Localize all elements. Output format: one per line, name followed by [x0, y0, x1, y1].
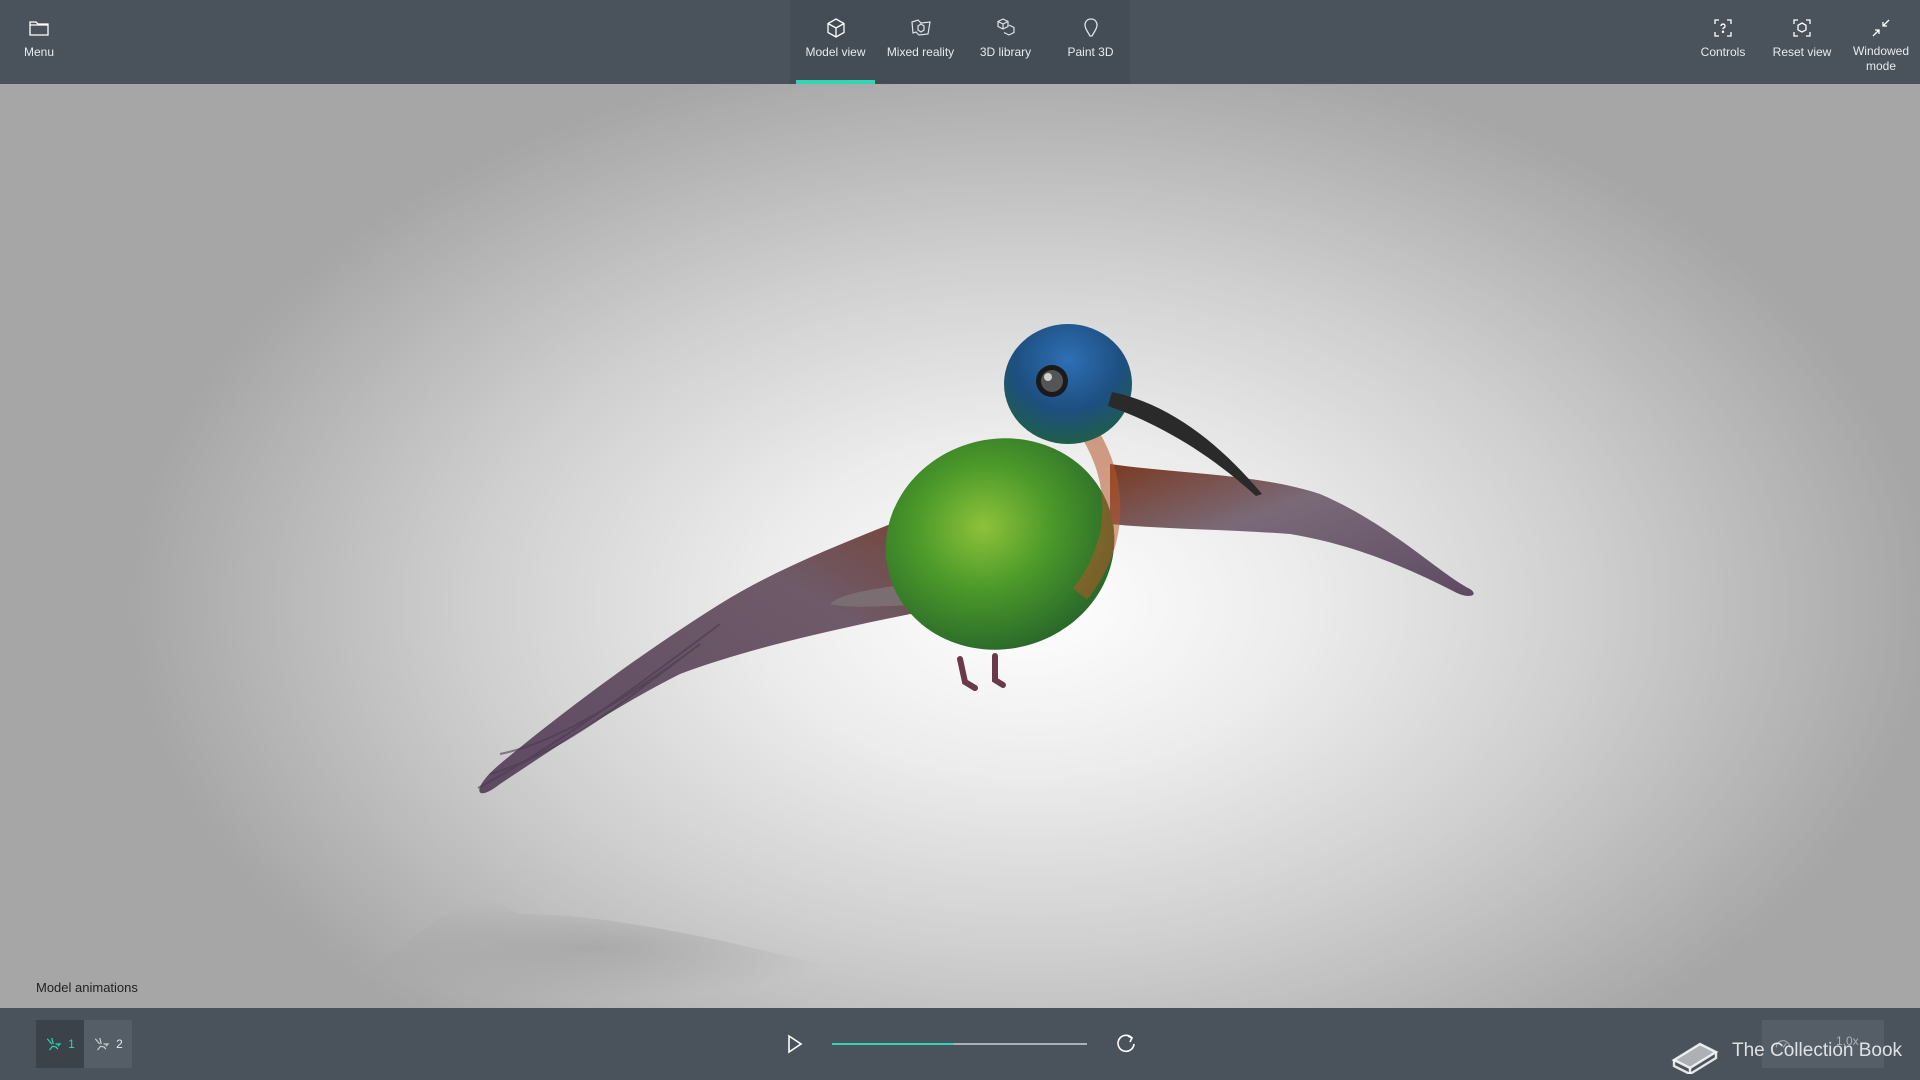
loop-icon[interactable]: [1110, 1028, 1142, 1060]
menu-button[interactable]: Menu: [10, 0, 68, 84]
folder-icon: [29, 21, 49, 36]
controls-button[interactable]: Controls: [1683, 0, 1763, 84]
windowed-mode-label: Windowed mode: [1852, 44, 1910, 73]
watermark: The Collection Book: [1668, 1028, 1902, 1074]
tab-model-view[interactable]: Model view: [793, 0, 878, 84]
bird-icon: [46, 1037, 62, 1051]
paint-drop-icon: [1083, 18, 1098, 37]
mixed-reality-icon: [910, 19, 931, 36]
right-wing: [1110, 464, 1474, 596]
menu-label: Menu: [23, 45, 55, 59]
tab-3d-library[interactable]: 3D library: [963, 0, 1048, 84]
timeline-progress: [832, 1043, 955, 1045]
feet: [957, 653, 1006, 691]
top-toolbar: Menu Model view Mixed reality 3D library…: [0, 0, 1920, 84]
tab-paint-3d[interactable]: Paint 3D: [1048, 0, 1133, 84]
cube-icon: [826, 18, 845, 38]
animation-timeline[interactable]: [832, 1043, 1087, 1045]
play-icon[interactable]: [778, 1028, 810, 1060]
reset-view-label: Reset view: [1772, 45, 1832, 59]
collapse-icon: [1872, 19, 1890, 37]
watermark-text: The Collection Book: [1732, 1040, 1903, 1061]
cubes-icon: [996, 18, 1015, 36]
controls-help-icon: [1714, 19, 1732, 37]
book-icon: [1671, 1042, 1719, 1074]
tab-label: Mixed reality: [886, 45, 955, 59]
tab-label: 3D library: [979, 45, 1032, 59]
model-viewport[interactable]: [0, 84, 1920, 1008]
controls-label: Controls: [1700, 45, 1746, 59]
head: [1004, 324, 1132, 444]
reset-view-button[interactable]: Reset view: [1762, 0, 1842, 84]
bird-icon: [94, 1037, 110, 1051]
model-shadow: [350, 895, 841, 999]
windowed-mode-button[interactable]: Windowed mode: [1841, 0, 1920, 84]
tab-mixed-reality[interactable]: Mixed reality: [878, 0, 963, 84]
tab-label: Paint 3D: [1067, 45, 1114, 59]
active-tab-indicator: [796, 80, 875, 84]
hummingbird-model: [350, 324, 1474, 999]
tab-label: Model view: [805, 45, 866, 59]
model-animations-label: Model animations: [36, 980, 138, 995]
animation-1-button[interactable]: 1: [36, 1020, 84, 1068]
animation-number: 1: [68, 1037, 75, 1051]
reset-view-icon: [1793, 19, 1811, 37]
animation-bar: 1 2 1.0x: [0, 1008, 1920, 1080]
view-tabs: Model view Mixed reality 3D library Pain…: [790, 0, 1130, 84]
animation-number: 2: [116, 1037, 123, 1051]
animation-2-button[interactable]: 2: [84, 1020, 132, 1068]
